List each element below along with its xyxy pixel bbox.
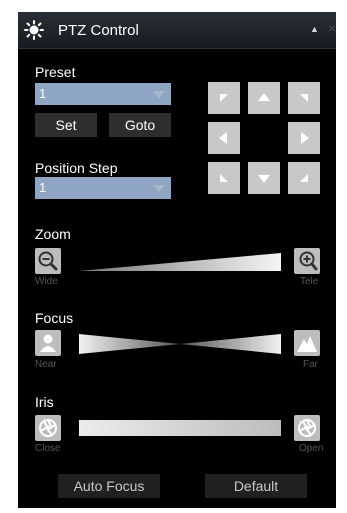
preset-select[interactable]: 1 <box>35 83 171 105</box>
focus-near-caption: Near <box>35 359 57 370</box>
arrow-up-right-icon <box>300 94 308 102</box>
iris-close-button[interactable] <box>35 415 61 441</box>
pan-up-button[interactable] <box>248 82 280 114</box>
position-step-select-value: 1 <box>39 180 47 195</box>
iris-open-button[interactable] <box>294 415 320 441</box>
pan-up-right-button[interactable] <box>288 82 320 114</box>
ptz-control-panel: PTZ Control ▲ × Preset 1 Set Goto Positi… <box>18 12 336 508</box>
chevron-down-icon <box>153 91 165 98</box>
titlebar: PTZ Control ▲ × <box>18 12 336 49</box>
arrow-right-icon <box>301 132 309 144</box>
focus-label: Focus <box>35 310 74 326</box>
pan-down-right-button[interactable] <box>288 162 320 194</box>
close-icon[interactable]: × <box>328 20 336 36</box>
ptz-camera-icon <box>24 20 44 40</box>
preset-select-value: 1 <box>39 86 47 101</box>
position-step-select[interactable]: 1 <box>35 177 171 199</box>
arrow-down-icon <box>258 175 270 183</box>
mountain-icon <box>297 336 317 352</box>
position-step-label: Position Step <box>35 160 118 176</box>
aperture-icon <box>39 419 57 437</box>
pan-down-button[interactable] <box>248 162 280 194</box>
focus-slider[interactable] <box>79 332 281 356</box>
panel-title: PTZ Control <box>58 22 139 39</box>
zoom-in-button[interactable] <box>294 248 320 274</box>
arrow-left-icon <box>219 132 227 144</box>
zoom-out-icon <box>38 251 58 271</box>
iris-open-caption: Open <box>299 443 324 454</box>
arrow-up-left-icon <box>220 94 228 102</box>
aperture-icon <box>298 419 316 437</box>
set-button[interactable]: Set <box>35 113 97 137</box>
zoom-label: Zoom <box>35 226 71 242</box>
iris-slider[interactable] <box>79 418 281 438</box>
zoom-slider[interactable] <box>79 251 281 273</box>
person-icon <box>40 334 56 352</box>
zoom-in-icon <box>299 251 318 271</box>
zoom-wide-caption: Wide <box>35 276 58 287</box>
iris-label: Iris <box>35 394 54 410</box>
zoom-tele-caption: Tele <box>300 276 319 287</box>
pan-left-button[interactable] <box>208 122 240 154</box>
collapse-icon[interactable]: ▲ <box>310 24 319 34</box>
arrow-up-icon <box>258 93 270 101</box>
focus-near-button[interactable] <box>35 330 61 356</box>
pan-right-button[interactable] <box>288 122 320 154</box>
focus-far-caption: Far <box>303 359 318 370</box>
default-button[interactable]: Default <box>205 474 307 498</box>
zoom-out-button[interactable] <box>35 248 61 274</box>
pan-down-left-button[interactable] <box>208 162 240 194</box>
focus-far-button[interactable] <box>294 330 320 356</box>
goto-button[interactable]: Goto <box>109 113 171 137</box>
preset-label: Preset <box>35 64 76 80</box>
iris-close-caption: Close <box>35 443 61 454</box>
chevron-down-icon <box>153 185 165 192</box>
pan-up-left-button[interactable] <box>208 82 240 114</box>
auto-focus-button[interactable]: Auto Focus <box>58 474 160 498</box>
arrow-down-left-icon <box>220 174 228 182</box>
arrow-down-right-icon <box>300 174 308 182</box>
